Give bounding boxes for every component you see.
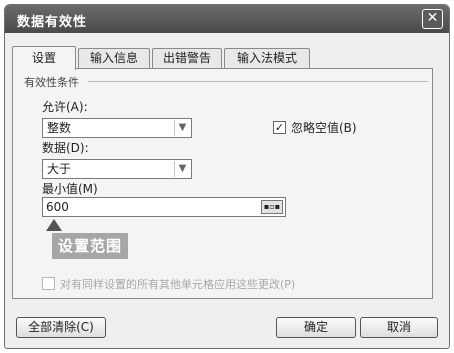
data-value: 大于 [47, 162, 72, 176]
range-picker-button[interactable]: ▪▫▪ [261, 200, 283, 214]
validation-criteria-label: 有效性条件 [24, 76, 79, 89]
ignore-blank-checkbox[interactable]: ✓ [273, 121, 286, 134]
annotation-callout: 设置范围 [52, 233, 129, 259]
tab-ime-mode[interactable]: 输入法模式 [224, 48, 310, 68]
tab-input-message[interactable]: 输入信息 [78, 48, 150, 68]
allow-select[interactable]: 整数 ▼ [42, 118, 192, 138]
tab-settings[interactable]: 设置 [12, 46, 76, 70]
allow-label: 允许(A): [42, 100, 88, 114]
tab-error-alert[interactable]: 出错警告 [152, 48, 222, 68]
ok-button[interactable]: 确定 [276, 317, 356, 338]
dialog-title: 数据有效性 [17, 15, 88, 30]
min-value-input[interactable]: 600 [42, 197, 286, 217]
apply-changes-checkbox[interactable] [42, 277, 55, 290]
ignore-blank-label: 忽略空值(B) [291, 121, 357, 135]
range-picker-icon: ▪▫▪ [263, 202, 281, 211]
min-value: 600 [46, 200, 69, 214]
chevron-down-icon[interactable]: ▼ [174, 161, 190, 177]
group-divider [88, 81, 428, 82]
checkmark-icon: ✓ [274, 121, 285, 134]
close-button[interactable]: ✕ [422, 9, 443, 29]
apply-changes-label: 对有同样设置的所有其他单元格应用这些更改(P) [60, 278, 296, 291]
chevron-down-icon[interactable]: ▼ [174, 120, 190, 136]
clear-all-button[interactable]: 全部清除(C) [16, 317, 106, 338]
cancel-button[interactable]: 取消 [360, 317, 438, 338]
title-bar[interactable]: 数据有效性 ✕ [5, 5, 449, 33]
allow-value: 整数 [47, 121, 72, 135]
min-label: 最小值(M) [42, 182, 98, 196]
callout-arrow [46, 219, 62, 231]
close-icon: ✕ [426, 10, 439, 26]
data-label: 数据(D): [42, 141, 89, 155]
data-select[interactable]: 大于 ▼ [42, 159, 192, 179]
